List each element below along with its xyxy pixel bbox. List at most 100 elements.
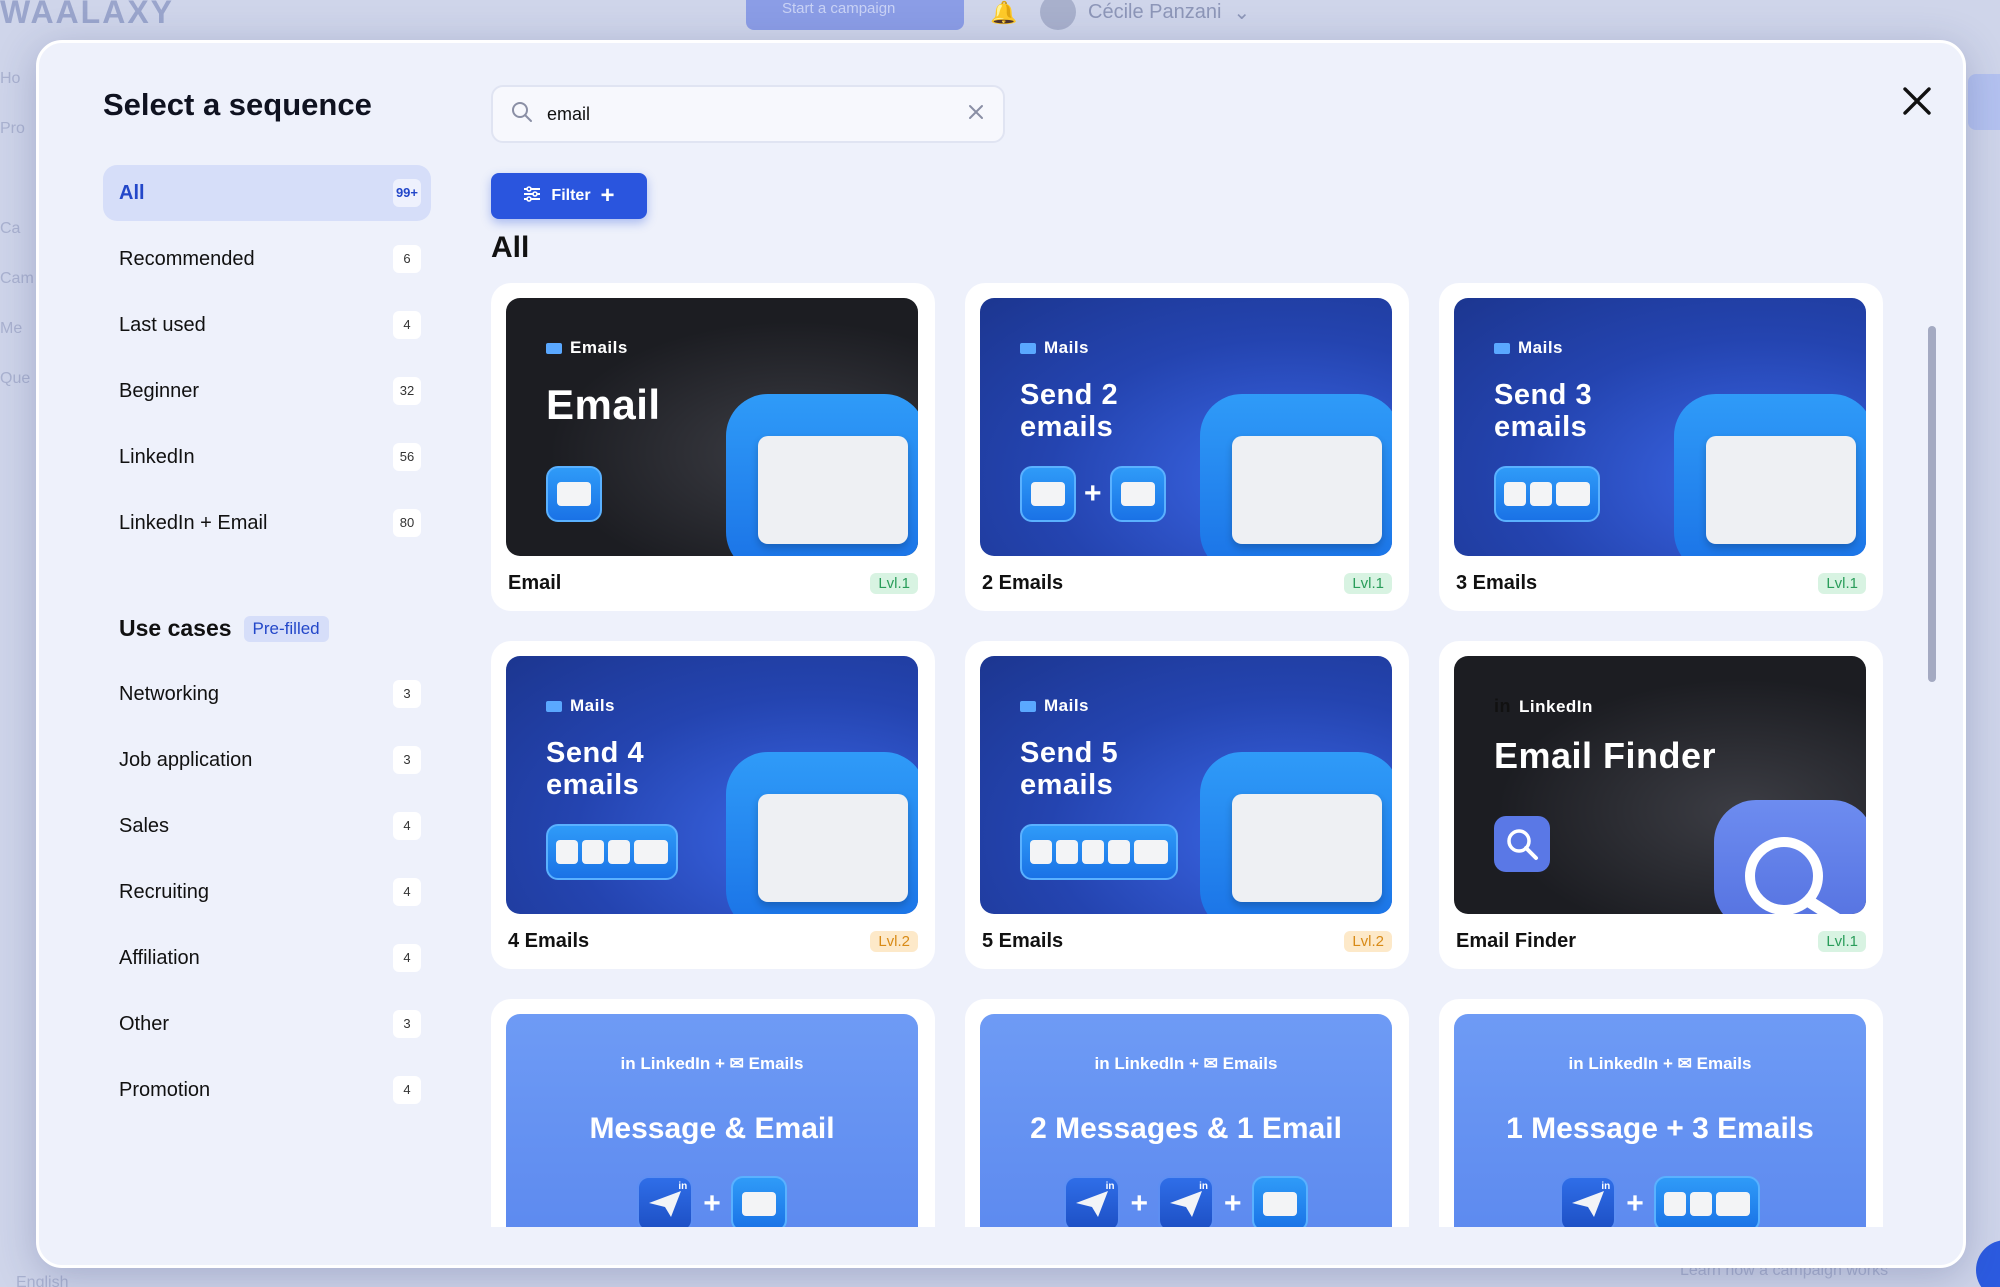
card-thumbnail: in LinkedIn + ✉ Emails Message & Email i… [506,1014,918,1227]
card-tag: Mails [1020,696,1089,716]
card-tag-left: LinkedIn + [1588,1054,1673,1073]
linkedin-message-icon: in [1560,1176,1617,1227]
card-thumb-title: Message & Email [589,1112,835,1145]
category-linkedin[interactable]: LinkedIn 56 [103,429,431,485]
magnifier-icon-large [1714,800,1866,914]
sliders-icon [523,185,541,207]
card-name: 3 Emails [1456,572,1538,594]
category-count: 4 [393,311,421,339]
mail-stack-icon [1653,1176,1760,1227]
card-tag: in LinkedIn + ✉ Emails [506,1054,918,1074]
search-input[interactable]: email [491,85,1005,143]
close-icon[interactable] [1897,81,1937,121]
sequence-icons: in + [1454,1176,1866,1227]
sequence-card-email-finder[interactable]: in LinkedIn Email Finder Email Finder Lvl.… [1439,641,1883,969]
linkedin-icon: in [1568,1054,1589,1073]
start-campaign-button: Start a campaign [746,0,964,30]
user-menu: Cécile Panzani ⌄ [1040,0,1250,30]
prefilled-badge: Pre-filled [243,615,329,642]
scrollbar[interactable] [1928,326,1936,682]
bg-side-item: Pro [0,120,25,137]
sequence-card-2-emails[interactable]: Mails Send 2 emails + 2 Emails Lvl.1 [965,283,1409,611]
card-tag-label: Emails [570,338,628,357]
use-case-count: 4 [393,812,421,840]
use-cases-header: Use cases Pre-filled [119,615,329,642]
mail-app-icon [546,466,602,522]
search-icons [1494,816,1550,872]
card-tag-left: LinkedIn + [1114,1054,1199,1073]
category-count: 80 [393,509,421,537]
card-thumbnail: in LinkedIn Email Finder [1454,656,1866,914]
sequence-icons: in + in + [980,1176,1392,1227]
linkedin-icon: in [620,1054,641,1073]
mail-stack-icon [1020,824,1178,880]
card-thumbnail: Mails Send 2 emails + [980,298,1392,556]
sequence-modal: Select a sequence All 99+ Recommended 6 … [36,40,1966,1268]
use-case-networking[interactable]: Networking 3 [103,666,431,722]
mail-icons: + [1020,466,1166,522]
card-tag: Mails [1494,338,1563,358]
use-case-count: 4 [393,1076,421,1104]
card-name: 5 Emails [982,930,1064,952]
use-case-count: 3 [393,1010,421,1038]
card-tag: Emails [546,338,628,358]
card-tag-right: Emails [748,1054,804,1073]
category-all[interactable]: All 99+ [103,165,431,221]
search-value: email [547,103,591,124]
level-badge: Lvl.2 [870,931,918,952]
card-thumbnail: in LinkedIn + ✉ Emails 2 Messages & 1 Em… [980,1014,1392,1227]
sequence-card-1-message-3-emails[interactable]: in LinkedIn + ✉ Emails 1 Message + 3 Ema… [1439,999,1883,1227]
envelope-icon [546,342,562,354]
sequence-card-message-email[interactable]: in LinkedIn + ✉ Emails Message & Email i… [491,999,935,1227]
sequence-card-3-emails[interactable]: Mails Send 3 emails 3 Emails Lvl.1 [1439,283,1883,611]
avatar [1040,0,1076,30]
category-count: 99+ [392,179,421,207]
card-tag: in LinkedIn + ✉ Emails [980,1054,1392,1074]
level-badge: Lvl.1 [1818,573,1866,594]
plus-icon: + [1084,477,1102,510]
mail-stack-icon [546,824,678,880]
use-cases-title: Use cases [119,615,232,641]
category-recommended[interactable]: Recommended 6 [103,231,431,287]
mail-stack-icon [1494,466,1600,522]
card-thumbnail: Mails Send 4 emails [506,656,918,914]
card-thumb-title: Send 4 emails [546,737,645,801]
chat-launcher [1976,1240,2000,1287]
mail-app-icon-large [726,752,918,914]
category-label: All [119,181,145,204]
sequence-card-5-emails[interactable]: Mails Send 5 emails 5 Emails Lvl.2 [965,641,1409,969]
card-tag: Mails [1020,338,1089,358]
clear-icon[interactable] [967,103,985,126]
mail-app-icon-large [1200,394,1392,556]
use-case-other[interactable]: Other 3 [103,996,431,1052]
modal-title: Select a sequence [103,87,372,122]
use-case-job-application[interactable]: Job application 3 [103,732,431,788]
use-case-promotion[interactable]: Promotion 4 [103,1062,431,1118]
mail-app-icon [730,1176,787,1227]
category-label: LinkedIn + Email [119,511,268,534]
category-last-used[interactable]: Last used 4 [103,297,431,353]
sequence-card-email[interactable]: Emails Email Email Lvl.1 [491,283,935,611]
sequence-grid: Emails Email Email Lvl.1 Mails Send 2 ema… [491,283,1915,1227]
use-case-affiliation[interactable]: Affiliation 4 [103,930,431,986]
card-name: Email Finder [1456,930,1577,952]
linkedin-message-icon: in [637,1176,694,1227]
sequence-card-2-messages-1-email[interactable]: in LinkedIn + ✉ Emails 2 Messages & 1 Em… [965,999,1409,1227]
use-case-sales[interactable]: Sales 4 [103,798,431,854]
category-count: 56 [393,443,421,471]
section-title: All [491,231,530,264]
category-beginner[interactable]: Beginner 32 [103,363,431,419]
mail-app-icon-large [726,394,918,556]
card-thumb-title: Email [546,381,661,428]
use-case-label: Sales [119,814,170,837]
category-linkedin-email[interactable]: LinkedIn + Email 80 [103,495,431,551]
card-tag-right: Emails [1696,1054,1752,1073]
envelope-icon: ✉ [1677,1054,1692,1073]
linkedin-message-icon: in [1064,1176,1121,1227]
level-badge: Lvl.2 [1344,931,1392,952]
magnifier-icon [1494,816,1550,872]
sequence-card-4-emails[interactable]: Mails Send 4 emails 4 Emails Lvl.2 [491,641,935,969]
filter-button[interactable]: Filter + [491,173,647,219]
use-case-recruiting[interactable]: Recruiting 4 [103,864,431,920]
envelope-icon: ✉ [1203,1054,1218,1073]
